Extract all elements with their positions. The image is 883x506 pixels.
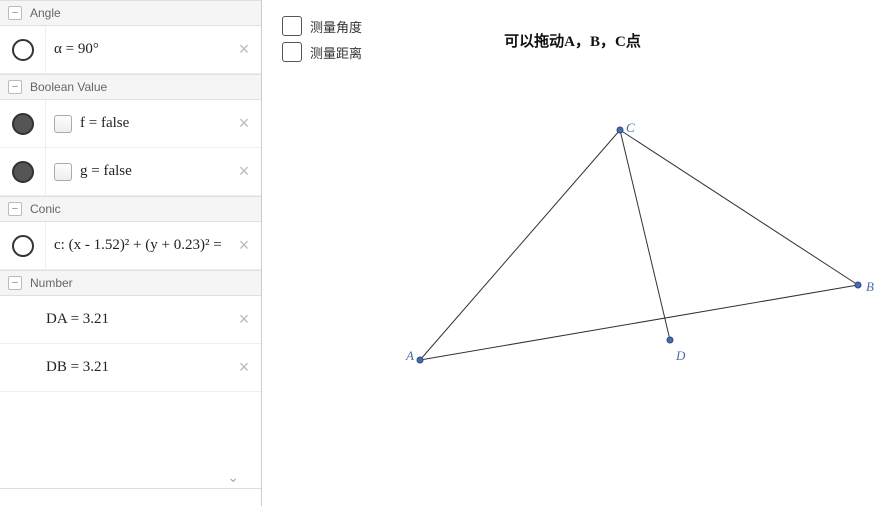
point-label-b: B [866,279,874,295]
row-alpha[interactable]: α = 90° × [0,26,261,74]
section-label: Conic [30,202,61,216]
point-c[interactable] [617,127,623,133]
delete-button[interactable]: × [231,233,257,259]
geometry-svg [262,0,883,506]
delete-button[interactable]: × [231,159,257,185]
delete-button[interactable]: × [231,355,257,381]
row-f[interactable]: f = false × [0,100,261,148]
collapse-icon[interactable]: − [8,276,22,290]
value-db[interactable]: DB = 3.21 [0,359,231,376]
section-boolean[interactable]: − Boolean Value [0,74,261,100]
section-label: Angle [30,6,61,20]
segment-ab[interactable] [420,285,858,360]
checkbox-icon[interactable] [54,115,72,133]
section-label: Boolean Value [30,80,107,94]
collapse-icon[interactable]: − [8,202,22,216]
visibility-toggle[interactable] [0,100,46,147]
row-db[interactable]: DB = 3.21 × [0,344,261,392]
segment-cd[interactable] [620,130,670,340]
value-alpha[interactable]: α = 90° [46,41,231,58]
point-label-a: A [406,348,414,364]
graphics-view[interactable]: 测量角度 测量距离 可以拖动A，B，C点 ABCD [262,0,883,506]
point-d[interactable] [667,337,673,343]
section-angle[interactable]: − Angle [0,0,261,26]
point-label-d: D [676,348,685,364]
segment-bc[interactable] [620,130,858,285]
row-da[interactable]: DA = 3.21 × [0,296,261,344]
collapse-icon[interactable]: − [8,80,22,94]
checkbox-icon[interactable] [54,163,72,181]
value-da[interactable]: DA = 3.21 [0,311,231,328]
value-f[interactable]: f = false [46,115,231,133]
section-label: Number [30,276,73,290]
segment-ca[interactable] [420,130,620,360]
point-label-c: C [626,120,635,136]
visibility-toggle[interactable] [0,26,46,73]
visibility-toggle[interactable] [0,222,46,269]
visibility-toggle[interactable] [0,148,46,195]
section-number[interactable]: − Number [0,270,261,296]
sidebar-hscroll[interactable] [0,488,261,506]
value-conic[interactable]: c: (x - 1.52)² + (y + 0.23)² = [46,237,231,254]
sidebar-scroll[interactable]: − Angle α = 90° × − Boolean Value f = fa… [0,0,261,488]
algebra-sidebar: − Angle α = 90° × − Boolean Value f = fa… [0,0,262,506]
section-conic[interactable]: − Conic [0,196,261,222]
delete-button[interactable]: × [231,307,257,333]
collapse-icon[interactable]: − [8,6,22,20]
value-g[interactable]: g = false [46,163,231,181]
value-text: g = false [80,163,132,180]
row-conic-c[interactable]: c: (x - 1.52)² + (y + 0.23)² = × [0,222,261,270]
point-b[interactable] [855,282,861,288]
row-g[interactable]: g = false × [0,148,261,196]
delete-button[interactable]: × [231,37,257,63]
point-a[interactable] [417,357,423,363]
value-text: f = false [80,115,129,132]
delete-button[interactable]: × [231,111,257,137]
